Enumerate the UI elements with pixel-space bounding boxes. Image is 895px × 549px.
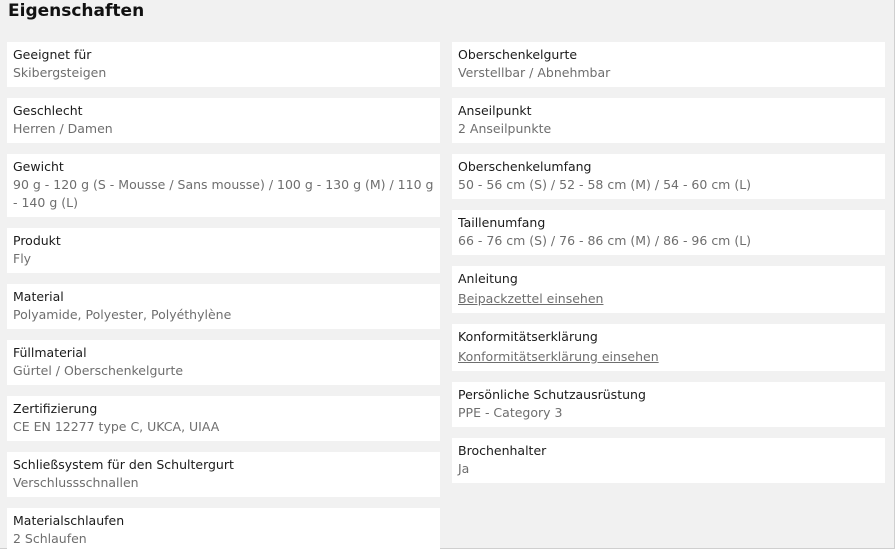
property-shoulder-closure: Schließsystem für den Schultergurt Versc…	[7, 452, 440, 497]
property-value: 66 - 76 cm (S) / 76 - 86 cm (M) / 86 - 9…	[458, 233, 752, 248]
property-glasses-holder: Brochenhalter Ja	[452, 438, 885, 483]
property-value: Fly	[13, 251, 32, 266]
property-suitable-for: Geeignet für Skibergsteigen	[7, 42, 440, 87]
property-weight: Gewicht 90 g - 120 g (S - Mousse / Sans …	[7, 154, 440, 217]
property-value: Verschlussschnallen	[13, 475, 139, 490]
property-thigh-circumference: Oberschenkelumfang 50 - 56 cm (S) / 52 -…	[452, 154, 885, 199]
property-label: Geeignet für	[13, 47, 92, 62]
property-label: Persönliche Schutzausrüstung	[458, 387, 646, 402]
property-declaration-of-conformity: Konformitätserklärung Konformitätserklär…	[452, 324, 885, 371]
declaration-of-conformity-link[interactable]: Konformitätserklärung einsehen	[458, 349, 659, 364]
property-ppe: Persönliche Schutzausrüstung PPE - Categ…	[452, 382, 885, 427]
property-value: 90 g - 120 g (S - Mousse / Sans mousse) …	[13, 177, 434, 210]
property-waist-circumference: Taillenumfang 66 - 76 cm (S) / 76 - 86 c…	[452, 210, 885, 255]
property-material: Material Polyamide, Polyester, Polyéthyl…	[7, 284, 440, 329]
property-tie-in-point: Anseilpunkt 2 Anseilpunkte	[452, 98, 885, 143]
properties-right-column: Oberschenkelgurte Verstellbar / Abnehmba…	[452, 42, 885, 494]
property-label: Materialschlaufen	[13, 513, 125, 528]
property-label: Taillenumfang	[458, 215, 546, 230]
property-value: PPE - Category 3	[458, 405, 563, 420]
property-gender: Geschlecht Herren / Damen	[7, 98, 440, 143]
property-label: Material	[13, 289, 64, 304]
property-leg-loops: Oberschenkelgurte Verstellbar / Abnehmba…	[452, 42, 885, 87]
property-value: CE EN 12277 type C, UKCA, UIAA	[13, 419, 220, 434]
property-label: Schließsystem für den Schultergurt	[13, 457, 234, 472]
property-value: 50 - 56 cm (S) / 52 - 58 cm (M) / 54 - 6…	[458, 177, 752, 192]
property-product: Produkt Fly	[7, 228, 440, 273]
property-value: Verstellbar / Abnehmbar	[458, 65, 611, 80]
property-label: Oberschenkelgurte	[458, 47, 578, 62]
property-label: Füllmaterial	[13, 345, 87, 360]
property-label: Gewicht	[13, 159, 64, 174]
property-gear-loops: Materialschlaufen 2 Schlaufen	[7, 508, 440, 549]
property-value: Gürtel / Oberschenkelgurte	[13, 363, 184, 378]
property-value: 2 Anseilpunkte	[458, 121, 552, 136]
instructions-link[interactable]: Beipackzettel einsehen	[458, 291, 603, 306]
property-label: Brochenhalter	[458, 443, 547, 458]
properties-left-column: Geeignet für Skibergsteigen Geschlecht H…	[7, 42, 440, 549]
property-padding-material: Füllmaterial Gürtel / Oberschenkelgurte	[7, 340, 440, 385]
section-title: Eigenschaften	[8, 1, 145, 21]
property-value: Herren / Damen	[13, 121, 113, 136]
property-value: 2 Schlaufen	[13, 531, 87, 546]
property-label: Anleitung	[458, 271, 518, 286]
property-label: Zertifizierung	[13, 401, 98, 416]
property-label: Anseilpunkt	[458, 103, 532, 118]
property-label: Geschlecht	[13, 103, 83, 118]
property-value: Skibergsteigen	[13, 65, 107, 80]
property-value: Ja	[458, 461, 470, 476]
property-label: Konformitätserklärung	[458, 329, 598, 344]
property-label: Produkt	[13, 233, 61, 248]
property-value: Polyamide, Polyester, Polyéthylène	[13, 307, 232, 322]
property-label: Oberschenkelumfang	[458, 159, 592, 174]
property-instructions: Anleitung Beipackzettel einsehen	[452, 266, 885, 313]
property-certification: Zertifizierung CE EN 12277 type C, UKCA,…	[7, 396, 440, 441]
